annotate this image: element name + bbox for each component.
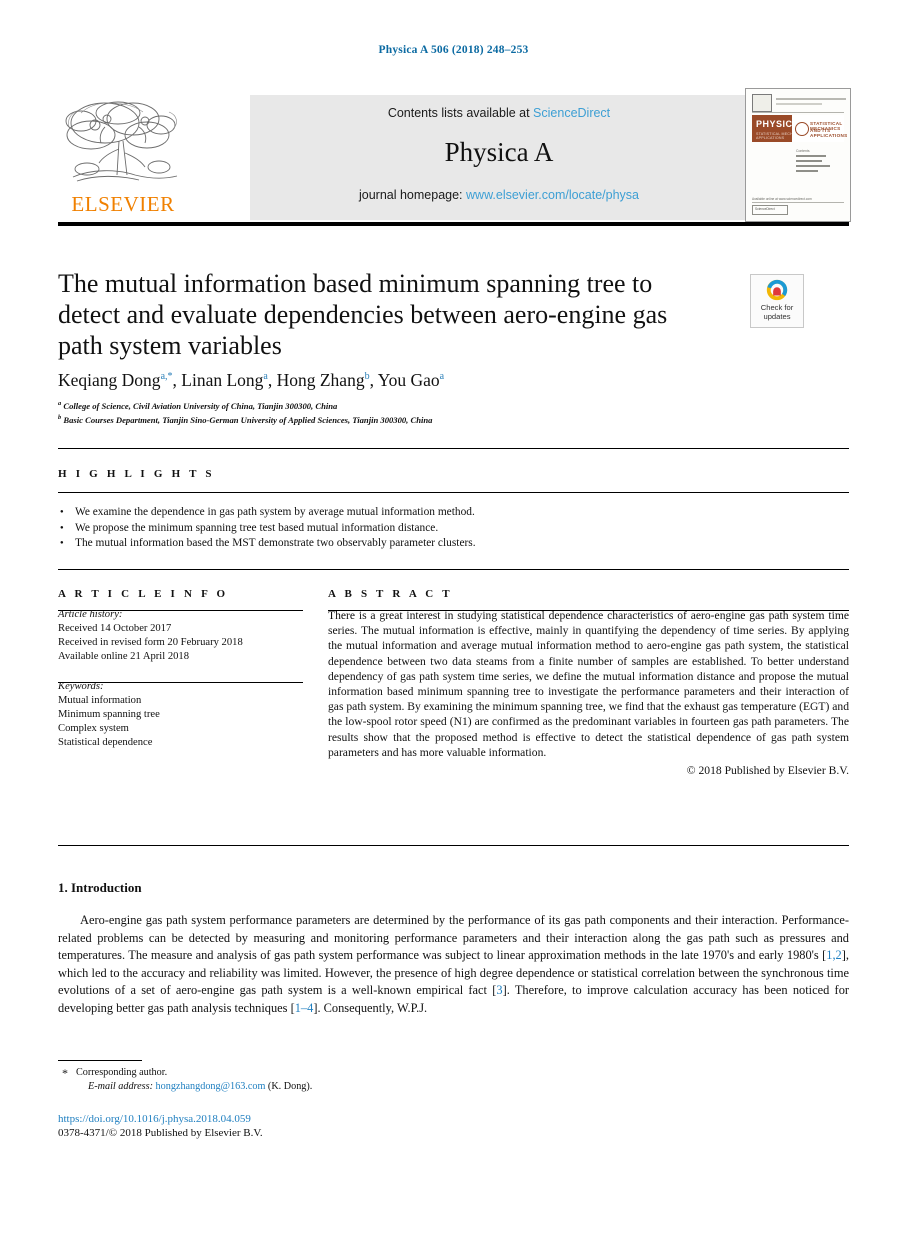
issn-copyright-line: 0378-4371/© 2018 Published by Elsevier B…: [58, 1127, 263, 1139]
author-name[interactable]: Keqiang Dong: [58, 370, 161, 390]
cover-footer-box: ScienceDirect: [752, 205, 788, 215]
highlight-item: The mutual information based the MST dem…: [58, 536, 678, 552]
highlight-item: We propose the minimum spanning tree tes…: [58, 521, 678, 537]
cover-footer-box-label: ScienceDirect: [755, 207, 775, 211]
elsevier-wordmark: ELSEVIER: [71, 192, 175, 216]
email-note: E-mail address: hongzhangdong@163.com (K…: [58, 1080, 478, 1094]
cover-emblem-icon: [795, 122, 809, 136]
intro-text-part4: ]. Consequently, W.P.J.: [313, 1000, 428, 1015]
cover-header-line-1: [776, 98, 846, 100]
keyword-item: Minimum spanning tree: [58, 709, 160, 720]
crossmark-label: Check for updates: [751, 303, 803, 321]
rule-below-highlights: [58, 569, 849, 570]
author-name[interactable]: Linan Long: [181, 370, 263, 390]
author-name[interactable]: You Gao: [378, 370, 440, 390]
cover-rule-bottom: [752, 202, 844, 203]
abstract-copyright: © 2018 Published by Elsevier B.V.: [686, 764, 849, 778]
email-label: E-mail address:: [88, 1080, 153, 1092]
author-marks: b: [364, 371, 370, 383]
cover-toc-line: [796, 155, 826, 157]
article-history-item: Received in revised form 20 February 201…: [58, 637, 243, 648]
affiliation-item: b Basic Courses Department, Tianjin Sino…: [58, 412, 758, 426]
keywords-block: Keywords: Mutual information Minimum spa…: [58, 680, 303, 750]
highlight-item: We examine the dependence in gas path sy…: [58, 505, 678, 521]
doi-link[interactable]: https://doi.org/10.1016/j.physa.2018.04.…: [58, 1113, 251, 1125]
journal-title: Physica A: [444, 137, 554, 167]
author-marks: a: [263, 371, 268, 383]
keyword-item: Mutual information: [58, 695, 142, 706]
article-info-column: Article history: Received 14 October 201…: [58, 608, 303, 750]
journal-homepage-line: journal homepage: www.elsevier.com/locat…: [250, 188, 748, 202]
cover-toc-line: [796, 160, 822, 162]
masthead-bottom-rule: [58, 222, 849, 226]
affiliation-list: a College of Science, Civil Aviation Uni…: [58, 398, 758, 426]
rule-above-highlights: [58, 448, 849, 449]
affiliation-text: College of Science, Civil Aviation Unive…: [63, 400, 338, 411]
elsevier-logo: ELSEVIER: [58, 95, 188, 220]
highlights-rule: [58, 492, 849, 493]
footnote-rule: [58, 1060, 142, 1062]
crossmark-line2: updates: [763, 312, 791, 321]
section-heading-introduction: 1. Introduction: [58, 880, 142, 895]
masthead-panel: Contents lists available at ScienceDirec…: [250, 95, 748, 220]
crossmark-line1: Check for: [760, 303, 794, 312]
email-suffix: (K. Dong).: [265, 1080, 313, 1092]
keyword-item: Statistical dependence: [58, 737, 153, 748]
journal-homepage-link[interactable]: www.elsevier.com/locate/physa: [466, 188, 639, 202]
citation-link[interactable]: 1–4: [295, 1001, 314, 1015]
homepage-prefix: journal homepage:: [358, 188, 467, 202]
abstract-text: There is a great interest in studying st…: [328, 609, 849, 759]
cover-publisher-mark: [752, 94, 772, 112]
article-history-item: Received 14 October 2017: [58, 623, 172, 634]
article-history-block: Article history: Received 14 October 201…: [58, 608, 303, 664]
cover-toc-line: [796, 170, 818, 172]
footnote-block: Corresponding author. E-mail address: ho…: [58, 1066, 478, 1093]
abstract-column: There is a great interest in studying st…: [328, 608, 849, 778]
introduction-paragraph: Aero-engine gas path system performance …: [58, 912, 849, 1018]
paper-page: Physica A 506 (2018) 248–253 ELSEVIER Co…: [0, 0, 907, 1238]
highlights-label: H I G H L I G H T S: [58, 468, 215, 480]
cover-rule-top: [752, 112, 844, 113]
abstract-label: A B S T R A C T: [328, 588, 453, 600]
journal-masthead: ELSEVIER Contents lists available at Sci…: [58, 88, 851, 222]
author-name[interactable]: Hong Zhang: [277, 370, 365, 390]
email-link[interactable]: hongzhangdong@163.com: [156, 1081, 266, 1092]
author-marks: a,*: [160, 371, 173, 383]
citation-link[interactable]: 1,2: [826, 948, 842, 962]
cover-contents-label: Contents: [796, 149, 810, 153]
affiliation-item: a College of Science, Civil Aviation Uni…: [58, 398, 758, 412]
cover-header-row: [752, 94, 846, 112]
page-title: The mutual information based minimum spa…: [58, 269, 668, 360]
cover-footer-left: Available online at www.sciencedirect.co…: [752, 197, 812, 201]
contents-prefix: Contents lists available at: [387, 106, 534, 120]
contents-available-line: Contents lists available at ScienceDirec…: [250, 106, 748, 120]
cover-side-title-box: STATISTICAL MECHANICS AND ITS APPLICATIO…: [792, 115, 848, 142]
keywords-rule: [58, 682, 303, 684]
keyword-item: Complex system: [58, 723, 129, 734]
article-history-heading: Article history:: [58, 609, 123, 620]
affiliation-mark: a: [58, 400, 62, 407]
elsevier-tree-icon: [65, 101, 178, 182]
highlights-list: We examine the dependence in gas path sy…: [58, 505, 678, 552]
affiliation-mark: b: [58, 413, 62, 421]
cover-header-line-2: [776, 103, 822, 105]
affiliation-text: Basic Courses Department, Tianjin Sino-G…: [63, 414, 433, 425]
author-marks: a: [439, 371, 445, 383]
running-head: Physica A 506 (2018) 248–253: [378, 44, 529, 56]
corresponding-author-note: Corresponding author.: [58, 1066, 478, 1080]
cover-side-title-line2: AND ITS APPLICATIONS: [810, 128, 848, 138]
crossmark-badge[interactable]: Check for updates: [750, 274, 804, 328]
article-history-item: Available online 21 April 2018: [58, 651, 190, 662]
sciencedirect-link[interactable]: ScienceDirect: [533, 106, 610, 120]
rule-below-abstract: [58, 845, 849, 847]
journal-cover-thumbnail: PHYSICA STATISTICAL MECHANICS AND ITS AP…: [745, 88, 851, 222]
article-info-label: A R T I C L E I N F O: [58, 588, 229, 600]
intro-text-part1: Aero-engine gas path system performance …: [58, 913, 849, 963]
cover-toc-line: [796, 165, 830, 167]
crossmark-icon: [766, 279, 788, 301]
author-list: Keqiang Donga,*, Linan Longa, Hong Zhang…: [58, 370, 445, 390]
